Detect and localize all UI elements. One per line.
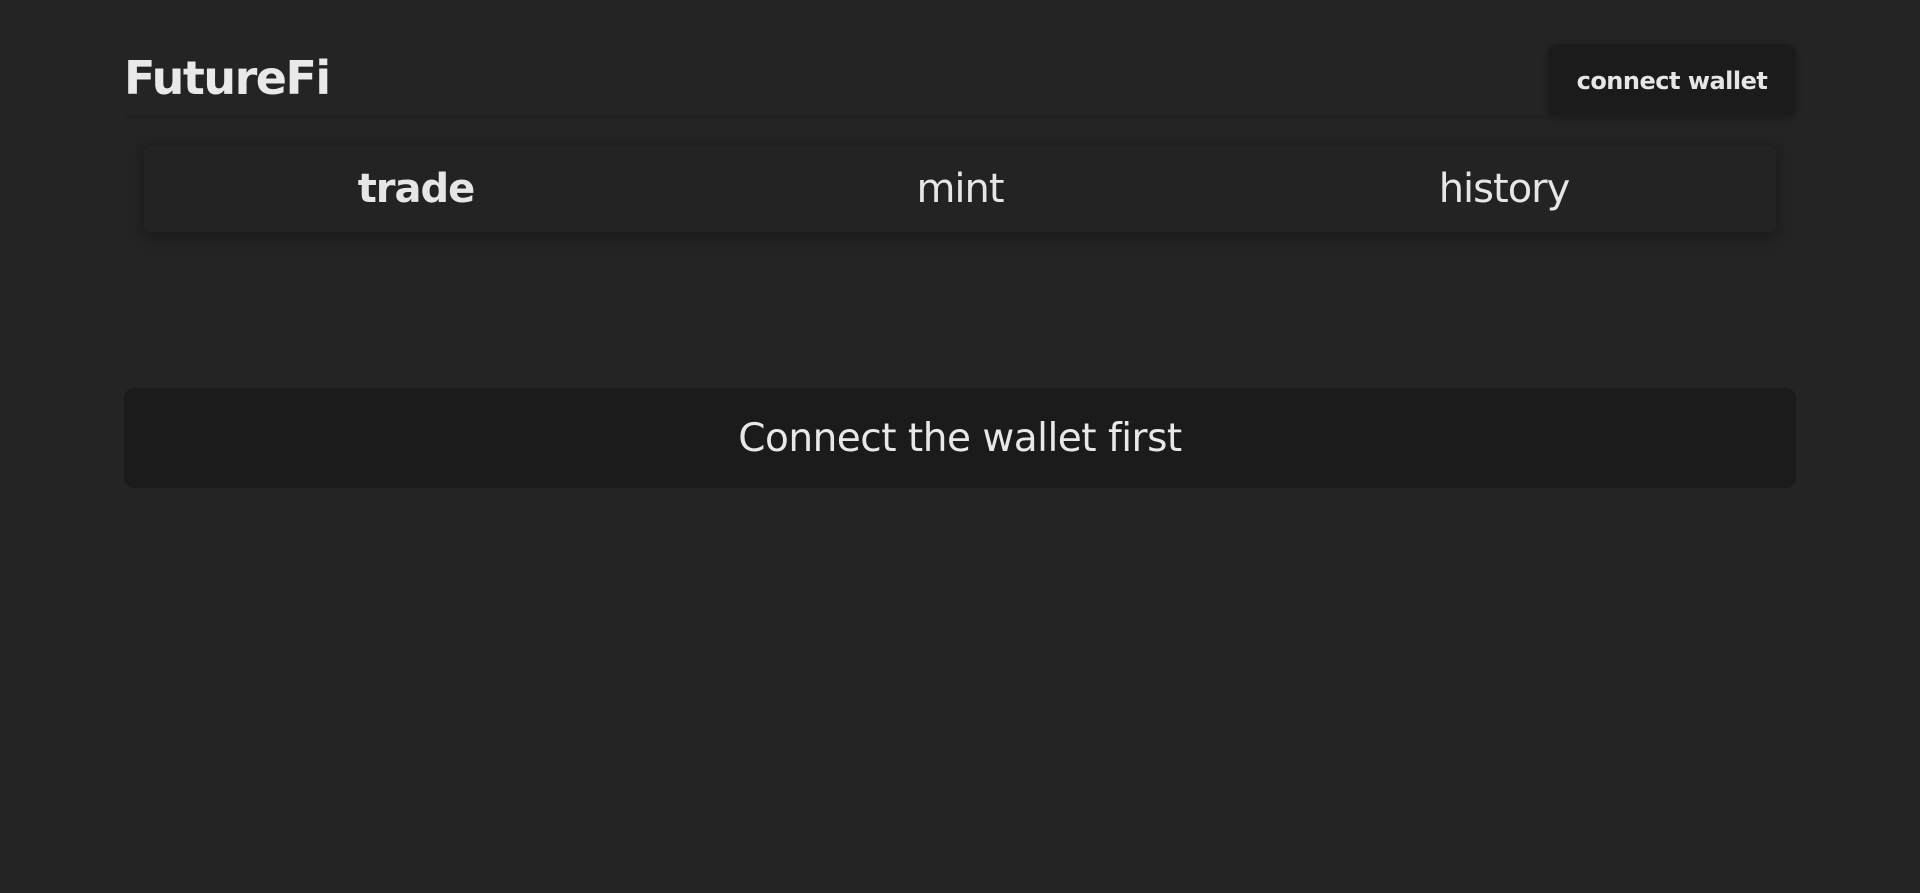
connect-wallet-notice: Connect the wallet first [124, 388, 1796, 488]
brand-logo[interactable]: FutureFi [124, 48, 331, 108]
tab-bar: trade mint history [144, 146, 1776, 232]
tab-mint[interactable]: mint [688, 146, 1232, 232]
tab-trade[interactable]: trade [144, 146, 688, 232]
tab-history[interactable]: history [1232, 146, 1776, 232]
header-divider [124, 116, 1796, 120]
app-page: FutureFi connect wallet trade mint histo… [0, 0, 1920, 893]
connect-wallet-button[interactable]: connect wallet [1548, 44, 1796, 118]
notice-text: Connect the wallet first [738, 415, 1182, 461]
app-header: FutureFi connect wallet [124, 44, 1796, 118]
